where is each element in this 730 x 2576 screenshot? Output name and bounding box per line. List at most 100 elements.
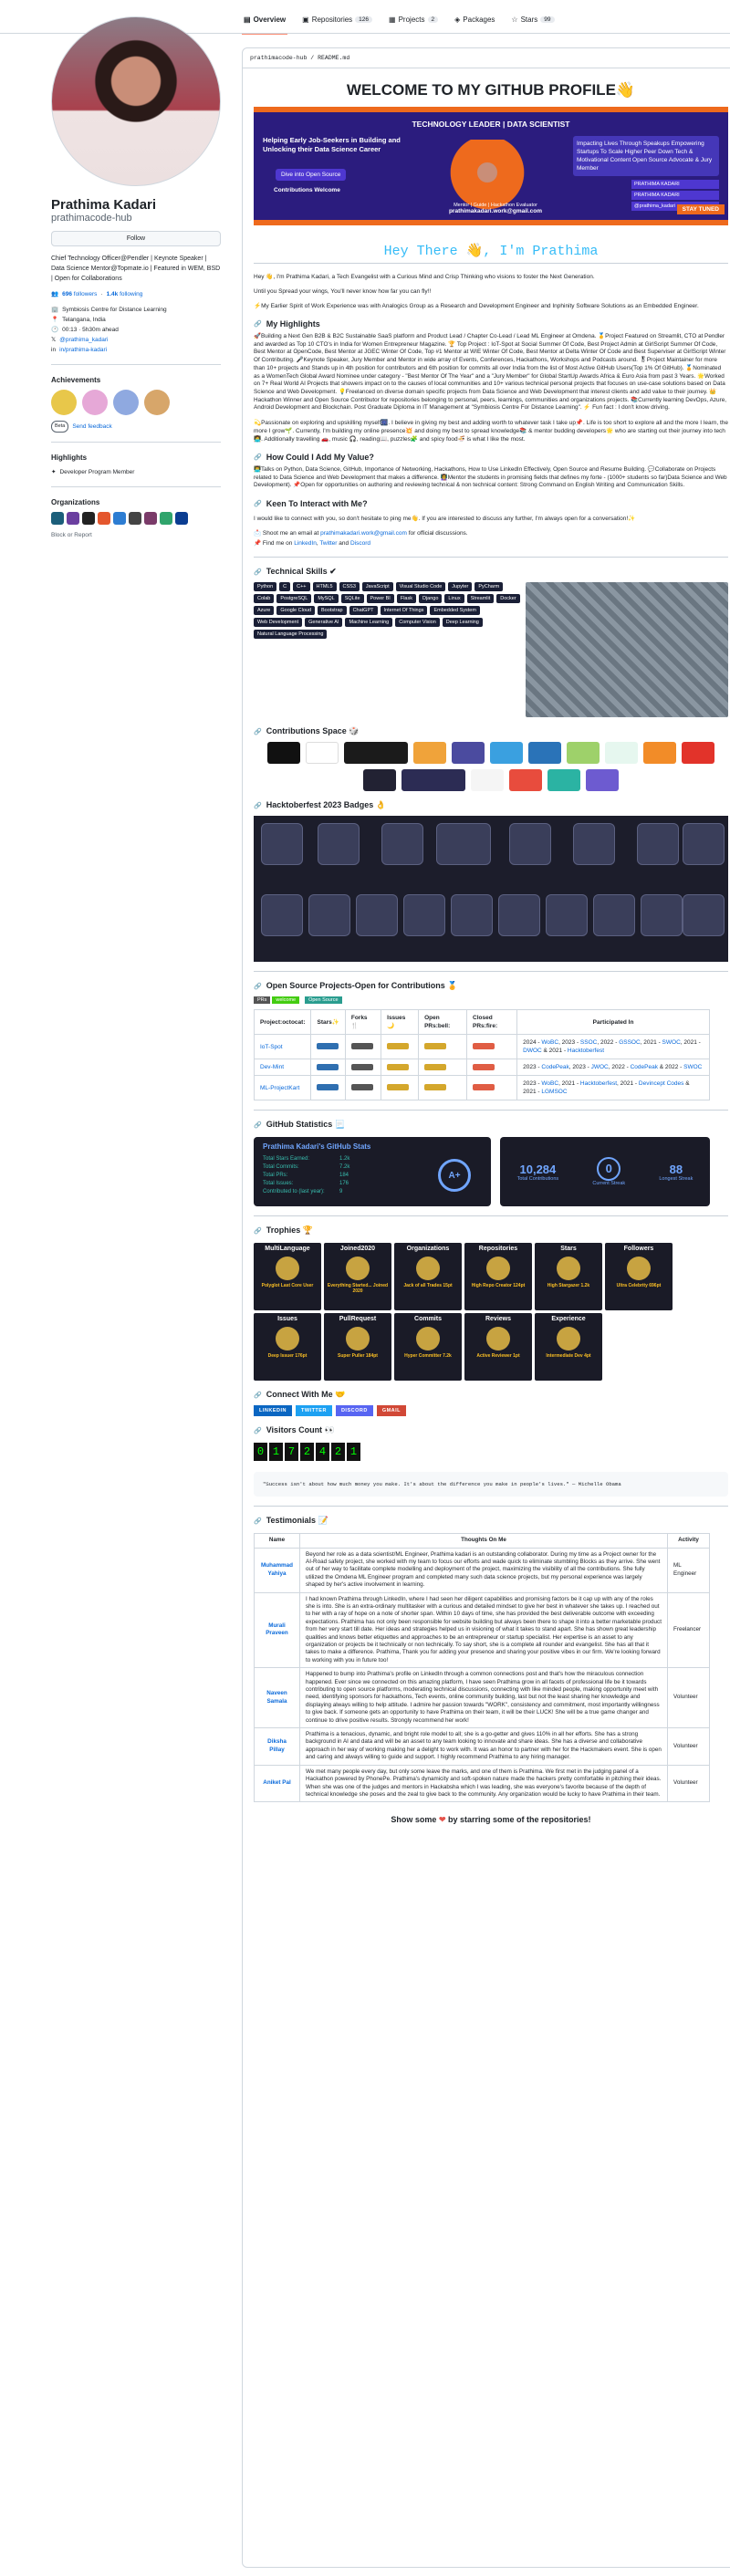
program-logo[interactable] bbox=[586, 769, 619, 792]
avatar[interactable] bbox=[51, 16, 221, 186]
tab-stars[interactable]: ☆ Stars 99 bbox=[509, 12, 556, 27]
profile-sidebar: Prathima Kadari prathimacode-hub Follow … bbox=[51, 16, 221, 540]
linkedin-link[interactable]: in/prathima-kadari bbox=[59, 345, 107, 355]
link-icon[interactable]: 🔗 bbox=[254, 728, 262, 735]
trophy-subtitle: Polyglot Last Core User bbox=[261, 1283, 314, 1289]
project-icon: ▦ bbox=[389, 15, 396, 24]
event-link[interactable]: JWOC bbox=[591, 1064, 609, 1070]
github-stats: Prathima Kadari's GitHub Stats Total Sta… bbox=[254, 1137, 728, 1207]
program-logo[interactable] bbox=[548, 769, 580, 792]
follow-button[interactable]: Follow bbox=[51, 231, 221, 246]
event-link[interactable]: WoBC bbox=[541, 1080, 558, 1087]
gmail-badge[interactable]: GMAIL bbox=[376, 1405, 407, 1417]
discord-badge[interactable]: DISCORD bbox=[335, 1405, 373, 1417]
event-link[interactable]: Devincept Codes bbox=[639, 1080, 684, 1087]
org-avatar[interactable] bbox=[67, 512, 79, 525]
event-link[interactable]: WoBC bbox=[541, 1039, 558, 1046]
program-logo[interactable] bbox=[605, 742, 638, 765]
twitter-readme-link[interactable]: Twitter bbox=[319, 540, 337, 547]
tab-repositories[interactable]: ▣ Repositories 126 bbox=[300, 12, 374, 27]
program-logo[interactable] bbox=[528, 742, 561, 765]
trophy-title: Organizations bbox=[406, 1246, 450, 1253]
twitter-badge[interactable]: TWITTER bbox=[295, 1405, 332, 1417]
event-link[interactable]: Hacktoberfest bbox=[568, 1048, 604, 1054]
link-icon[interactable]: 🔗 bbox=[254, 802, 262, 809]
event-link[interactable]: CodePeak bbox=[631, 1064, 658, 1070]
link-icon[interactable]: 🔗 bbox=[254, 320, 262, 328]
linkedin-readme-link[interactable]: LinkedIn bbox=[294, 540, 317, 547]
tab-projects[interactable]: ▦ Projects 2 bbox=[387, 12, 440, 27]
testimonial-name-link[interactable]: Muhammad Yahiya bbox=[261, 1562, 293, 1576]
tab-packages[interactable]: ◈ Packages bbox=[453, 12, 496, 27]
testimonial-name-link[interactable]: Naveen Samala bbox=[266, 1690, 287, 1704]
program-logo[interactable] bbox=[413, 742, 446, 765]
program-logo[interactable] bbox=[643, 742, 676, 765]
link-icon[interactable]: 🔗 bbox=[254, 983, 262, 990]
program-logo[interactable] bbox=[490, 742, 523, 765]
link-icon[interactable]: 🔗 bbox=[254, 500, 262, 507]
org-avatar[interactable] bbox=[175, 512, 188, 525]
org-avatar[interactable] bbox=[113, 512, 126, 525]
event-link[interactable]: SWOC bbox=[683, 1064, 702, 1070]
link-icon[interactable]: 🔗 bbox=[254, 1227, 262, 1235]
org-avatar[interactable] bbox=[98, 512, 110, 525]
link-icon[interactable]: 🔗 bbox=[254, 1427, 262, 1434]
event-link[interactable]: LGMSOC bbox=[541, 1089, 567, 1095]
email-link[interactable]: prathimakadari.work@gmail.com bbox=[320, 530, 407, 537]
hacktoberfest-badge bbox=[509, 823, 551, 866]
event-link[interactable]: GSSOC bbox=[619, 1039, 640, 1046]
stats-section-title: 🔗 GitHub Statistics 📃 bbox=[254, 1120, 345, 1130]
testimonial-name-link[interactable]: Diksha Pillay bbox=[267, 1738, 287, 1752]
program-logo[interactable] bbox=[682, 742, 714, 765]
event-link[interactable]: SWOC bbox=[662, 1039, 681, 1046]
program-logo[interactable] bbox=[471, 769, 504, 792]
testimonial-name-link[interactable]: Murali Praveen bbox=[266, 1622, 288, 1636]
event-link[interactable]: Hacktoberfest bbox=[580, 1080, 617, 1087]
link-icon[interactable]: 🔗 bbox=[254, 568, 262, 576]
program-logo[interactable] bbox=[402, 769, 465, 792]
trophies-section-title: 🔗 Trophies 🏆 bbox=[254, 1225, 313, 1236]
link-icon[interactable]: 🔗 bbox=[254, 1517, 262, 1525]
trophy-card: MultiLanguage Polyglot Last Core User bbox=[254, 1243, 321, 1311]
program-logo[interactable] bbox=[363, 769, 396, 792]
discord-readme-link[interactable]: Discord bbox=[350, 540, 370, 547]
org-avatar[interactable] bbox=[160, 512, 172, 525]
following-link[interactable]: 1.4k following bbox=[107, 289, 143, 299]
tab-overview[interactable]: ▤ Overview bbox=[242, 12, 288, 35]
block-report-link[interactable]: Block or Report bbox=[51, 530, 221, 540]
testimonial-name-link[interactable]: Aniket Pal bbox=[263, 1779, 290, 1786]
achievement-badge[interactable] bbox=[82, 390, 108, 415]
project-link[interactable]: ML-ProjectKart bbox=[260, 1085, 299, 1091]
event-link[interactable]: CodePeak bbox=[541, 1064, 568, 1070]
program-logo[interactable] bbox=[306, 742, 339, 765]
program-logo[interactable] bbox=[344, 742, 408, 765]
followers-link[interactable]: 696 followers bbox=[62, 289, 97, 299]
event-link[interactable]: DWOC bbox=[523, 1048, 542, 1054]
org-avatar[interactable] bbox=[144, 512, 157, 525]
program-logo[interactable] bbox=[509, 769, 542, 792]
project-link[interactable]: Dev-Mint bbox=[260, 1064, 284, 1070]
testimonial-activity: ML Engineer bbox=[667, 1547, 710, 1593]
link-icon[interactable]: 🔗 bbox=[254, 1392, 262, 1399]
org-avatar[interactable] bbox=[82, 512, 95, 525]
program-logo[interactable] bbox=[267, 742, 300, 765]
program-logo[interactable] bbox=[452, 742, 485, 765]
link-icon[interactable]: 🔗 bbox=[254, 1121, 262, 1129]
achievement-badge[interactable] bbox=[113, 390, 139, 415]
x-link[interactable]: @prathima_kadari bbox=[59, 335, 108, 345]
event-link[interactable]: SSOC bbox=[580, 1039, 597, 1046]
linkedin-badge[interactable]: LINKEDIN bbox=[254, 1405, 292, 1417]
link-icon[interactable]: 🔗 bbox=[254, 454, 262, 461]
achievement-badge[interactable] bbox=[51, 390, 77, 415]
org-avatar[interactable] bbox=[129, 512, 141, 525]
skill-badge: Google Cloud bbox=[276, 606, 316, 616]
trophy-card: Stars High Stargazer 1.2k bbox=[535, 1243, 602, 1311]
achievement-badge[interactable] bbox=[144, 390, 170, 415]
trophy-icon bbox=[416, 1327, 440, 1351]
project-link[interactable]: IoT-Spot bbox=[260, 1044, 283, 1050]
org-avatar[interactable] bbox=[51, 512, 64, 525]
trophy-title: Issues bbox=[277, 1316, 297, 1323]
table-row: Dev-Mint 2023 - CodePeak, 2023 - JWOC, 2… bbox=[253, 1059, 710, 1077]
program-logo[interactable] bbox=[567, 742, 600, 765]
send-feedback-link[interactable]: Send feedback bbox=[72, 422, 111, 432]
